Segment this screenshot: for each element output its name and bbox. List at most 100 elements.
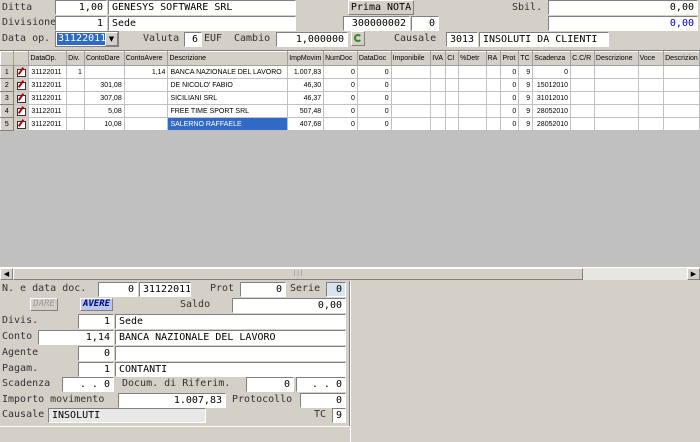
table-cell[interactable]: 0	[500, 65, 520, 79]
table-cell[interactable]	[570, 104, 595, 118]
importo-field[interactable]: 1.007,83	[118, 393, 226, 408]
divis-number-field[interactable]: 1	[78, 314, 114, 329]
table-cell[interactable]	[570, 117, 595, 131]
table-cell[interactable]	[663, 65, 700, 79]
table-cell[interactable]	[593, 78, 639, 92]
tc-field[interactable]: 9	[332, 408, 346, 423]
table-cell[interactable]	[457, 104, 487, 118]
table-cell[interactable]: 0	[500, 104, 520, 118]
table-cell[interactable]: 28052010	[532, 117, 572, 131]
table-cell[interactable]: 31122011	[28, 91, 68, 105]
table-cell[interactable]: 507,48	[287, 104, 325, 118]
pagam-name-field[interactable]: CONTANTI	[115, 362, 346, 377]
table-cell[interactable]	[637, 104, 665, 118]
table-cell[interactable]: SALERNO RAFFAELE	[167, 117, 289, 131]
causale-desc-field[interactable]: INSOLUTI DA CLIENTI	[479, 32, 609, 47]
column-header[interactable]: CI	[445, 51, 459, 66]
agente-field[interactable]: 0	[78, 346, 114, 361]
edit-row-icon[interactable]	[16, 119, 27, 129]
table-cell[interactable]	[663, 91, 700, 105]
pagam-number-field[interactable]: 1	[78, 362, 114, 377]
table-cell[interactable]: 0	[356, 117, 392, 131]
scadenza-field[interactable]: . . 0	[62, 377, 114, 392]
table-cell[interactable]: 1	[66, 65, 85, 79]
table-cell[interactable]	[593, 104, 639, 118]
column-header[interactable]: Descrizione	[593, 51, 639, 66]
column-header[interactable]: IVA	[430, 51, 447, 66]
table-cell[interactable]: 0	[323, 65, 358, 79]
table-cell[interactable]: 9	[518, 78, 534, 92]
edit-row-icon[interactable]	[16, 80, 27, 90]
table-cell[interactable]	[123, 78, 169, 92]
edit-row-cell[interactable]	[12, 104, 30, 118]
table-cell[interactable]: 0	[323, 78, 358, 92]
column-header[interactable]: Scadenza	[532, 51, 572, 66]
table-cell[interactable]	[430, 91, 447, 105]
ditta-number-field[interactable]: 1,00	[55, 0, 107, 15]
table-cell[interactable]: 9	[518, 104, 534, 118]
table-cell[interactable]	[390, 104, 432, 118]
table-cell[interactable]: 0	[500, 91, 520, 105]
table-cell[interactable]: 1,14	[123, 65, 169, 79]
ditta-name-field[interactable]: GENESYS SOFTWARE SRL	[108, 0, 296, 15]
table-cell[interactable]	[66, 78, 85, 92]
row-number[interactable]: 2	[0, 78, 14, 92]
table-row[interactable]: 1 31122011 1 1,14 BANCA NAZIONALE DEL LAVORO…	[0, 65, 700, 79]
serie-field[interactable]: 0	[326, 282, 346, 297]
table-cell[interactable]	[83, 65, 125, 79]
table-cell[interactable]	[430, 78, 447, 92]
data-op-select[interactable]: 31122011 ▼	[55, 31, 119, 47]
table-cell[interactable]	[445, 104, 459, 118]
table-cell[interactable]	[637, 91, 665, 105]
agente-name-field[interactable]	[115, 346, 346, 361]
table-cell[interactable]	[663, 78, 700, 92]
saldo-field[interactable]: 0,00	[232, 298, 346, 313]
row-number[interactable]: 1	[0, 65, 14, 79]
table-cell[interactable]: 9	[518, 117, 534, 131]
table-cell[interactable]	[66, 104, 85, 118]
table-cell[interactable]: DE NICOLO' FABIO	[167, 78, 289, 92]
table-cell[interactable]: 0	[532, 65, 572, 79]
row-number[interactable]: 3	[0, 91, 14, 105]
table-cell[interactable]: 31122011	[28, 78, 68, 92]
table-cell[interactable]: 0	[356, 65, 392, 79]
column-header[interactable]: ImpMovim	[287, 51, 325, 66]
column-header[interactable]: NumDoc	[323, 51, 358, 66]
edit-row-icon[interactable]	[16, 93, 27, 103]
conto-name-field[interactable]: BANCA NAZIONALE DEL LAVORO	[115, 330, 346, 345]
table-cell[interactable]: 307,08	[83, 91, 125, 105]
valuta-number-field[interactable]: 6	[184, 32, 202, 47]
table-cell[interactable]	[66, 117, 85, 131]
column-header[interactable]: Voce	[637, 51, 665, 66]
column-header[interactable]: Descrizione	[167, 51, 289, 66]
table-cell[interactable]	[593, 117, 639, 131]
column-header[interactable]: Div.	[66, 51, 85, 66]
column-header[interactable]: C.C/R	[570, 51, 595, 66]
table-cell[interactable]	[430, 65, 447, 79]
prot-field[interactable]: 0	[240, 282, 286, 297]
table-cell[interactable]	[457, 78, 487, 92]
table-cell[interactable]	[445, 78, 459, 92]
table-cell[interactable]	[570, 65, 595, 79]
doc-number-field[interactable]: 0	[98, 282, 138, 297]
conto-number-field[interactable]: 1,14	[38, 330, 114, 345]
column-header[interactable]: Imponibile	[390, 51, 432, 66]
table-cell[interactable]	[445, 65, 459, 79]
table-cell[interactable]	[123, 91, 169, 105]
table-cell[interactable]	[637, 78, 665, 92]
column-header[interactable]: DataDoc	[356, 51, 392, 66]
table-cell[interactable]	[570, 91, 595, 105]
cambio-field[interactable]: 1,000000	[276, 32, 348, 47]
table-cell[interactable]: 0	[500, 78, 520, 92]
table-cell[interactable]: 31012010	[532, 91, 572, 105]
table-cell[interactable]: 10,08	[83, 117, 125, 131]
chevron-down-icon[interactable]: ▼	[105, 32, 118, 46]
table-cell[interactable]: 46,37	[287, 91, 325, 105]
table-cell[interactable]: 0	[323, 91, 358, 105]
table-cell[interactable]	[570, 78, 595, 92]
table-cell[interactable]	[123, 104, 169, 118]
divis-name-field[interactable]: Sede	[115, 314, 346, 329]
table-cell[interactable]	[663, 117, 700, 131]
doc-code-field[interactable]: 300000002	[343, 16, 410, 31]
table-cell[interactable]	[390, 65, 432, 79]
